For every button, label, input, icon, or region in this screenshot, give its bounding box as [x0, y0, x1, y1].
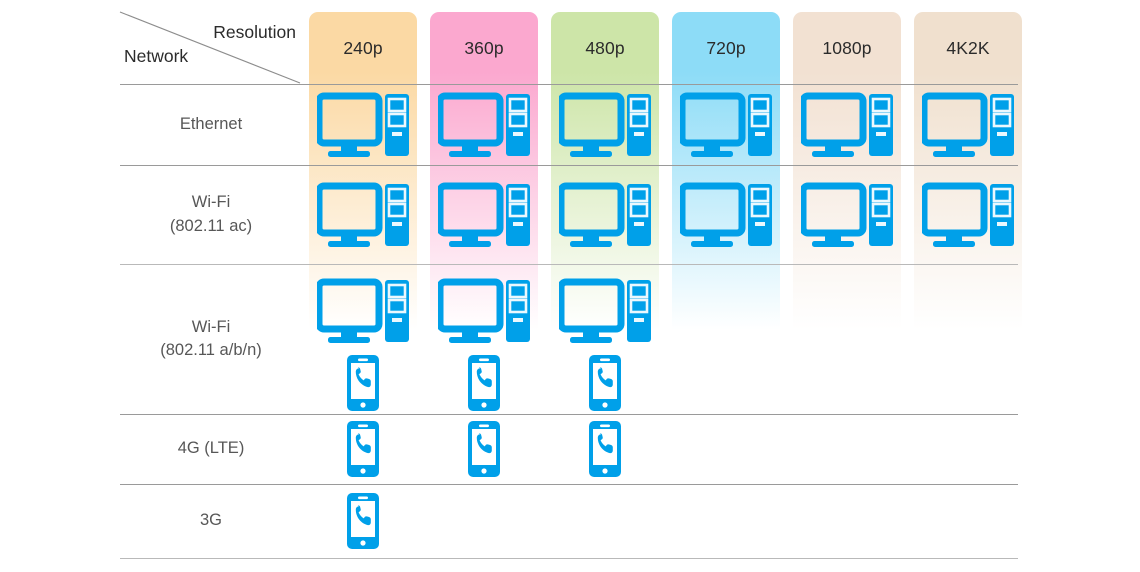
desktop-computer-icon: [559, 278, 651, 343]
column-header-720p: 720p: [672, 12, 780, 84]
row-label-3: 4G (LTE): [120, 414, 302, 484]
cell-wi-fi-4k2k: [914, 182, 1022, 248]
cell-ethernet-1080p: [793, 92, 901, 158]
mobile-phone-icon: [347, 355, 379, 411]
column-header-label: 4K2K: [946, 37, 990, 58]
mobile-phone-icon: [589, 355, 621, 411]
cell-wi-fi-360p: [430, 182, 538, 248]
desktop-computer-icon: [317, 278, 409, 343]
row-label-line: (802.11 a/b/n): [160, 341, 262, 359]
corner-axis-header: Resolution Network: [118, 0, 302, 84]
desktop-icon-group: [559, 92, 651, 158]
row-label-line: 4G (LTE): [177, 439, 245, 458]
desktop-computer-icon: [680, 182, 772, 247]
cell-ethernet-4k2k: [914, 92, 1022, 158]
column-header-label: 240p: [343, 37, 383, 58]
cell-ethernet-720p: [672, 92, 780, 158]
column-header-360p: 360p: [430, 12, 538, 84]
desktop-computer-icon: [801, 92, 893, 157]
cell-4g-lte--480p: [551, 420, 659, 478]
mobile-phone-icon: [468, 421, 500, 477]
desktop-computer-icon: [559, 92, 651, 157]
desktop-icon-group: [801, 182, 893, 248]
column-header-240p: 240p: [309, 12, 417, 84]
desktop-icon-group: [317, 182, 409, 248]
cell-3g-240p: [309, 492, 417, 550]
desktop-icon-group: [559, 278, 651, 344]
cell-wi-fi-480p: [551, 278, 659, 412]
row-label-1: Wi-Fi (802.11 ac): [120, 165, 302, 264]
desktop-computer-icon: [559, 182, 651, 247]
cell-wi-fi-480p: [551, 182, 659, 248]
cell-wi-fi-240p: [309, 278, 417, 412]
column-header-label: 360p: [464, 37, 504, 58]
desktop-icon-group: [438, 92, 530, 158]
column-header-480p: 480p: [551, 12, 659, 84]
row-label-line: Wi-Fi: [191, 193, 231, 212]
column-header-4k2k: 4K2K: [914, 12, 1022, 84]
desktop-computer-icon: [438, 92, 530, 157]
rows-axis-label: Network: [124, 46, 189, 66]
desktop-computer-icon: [922, 92, 1014, 157]
mobile-phone-icon: [347, 421, 379, 477]
desktop-icon-group: [317, 92, 409, 158]
cell-wi-fi-720p: [672, 182, 780, 248]
desktop-computer-icon: [438, 182, 530, 247]
cell-4g-lte--360p: [430, 420, 538, 478]
desktop-computer-icon: [801, 182, 893, 247]
desktop-icon-group: [680, 182, 772, 248]
desktop-computer-icon: [317, 92, 409, 157]
desktop-icon-group: [438, 278, 530, 344]
row-label-0: Ethernet: [120, 84, 302, 165]
desktop-icon-group: [438, 182, 530, 248]
cell-4g-lte--240p: [309, 420, 417, 478]
row-label-2: Wi-Fi (802.11 a/b/n): [120, 264, 302, 414]
desktop-icon-group: [801, 92, 893, 158]
desktop-computer-icon: [438, 278, 530, 343]
row-label-line: 3G: [199, 511, 222, 530]
cell-ethernet-360p: [430, 92, 538, 158]
desktop-computer-icon: [317, 182, 409, 247]
columns-axis-label: Resolution: [213, 22, 296, 42]
row-label-4: 3G: [120, 484, 302, 558]
desktop-icon-group: [680, 92, 772, 158]
column-header-label: 1080p: [822, 37, 872, 58]
cell-wi-fi-240p: [309, 182, 417, 248]
capability-matrix: 240p 360p 480p 720p 1080p 4K2K Resolution Netwo…: [0, 0, 1140, 572]
desktop-icon-group: [922, 92, 1014, 158]
desktop-icon-group: [317, 278, 409, 344]
row-label-line: Ethernet: [179, 114, 243, 133]
mobile-phone-icon: [347, 493, 379, 549]
mobile-phone-icon: [589, 421, 621, 477]
cell-ethernet-480p: [551, 92, 659, 158]
mobile-phone-icon: [468, 355, 500, 411]
desktop-icon-group: [559, 182, 651, 248]
row-label-line: (802.11 ac): [169, 216, 253, 235]
desktop-icon-group: [922, 182, 1014, 248]
column-header-1080p: 1080p: [793, 12, 901, 84]
row-label-line: Wi-Fi: [191, 317, 231, 336]
column-header-label: 720p: [706, 37, 746, 58]
cell-ethernet-240p: [309, 92, 417, 158]
cell-wi-fi-360p: [430, 278, 538, 412]
cell-wi-fi-1080p: [793, 182, 901, 248]
desktop-computer-icon: [922, 182, 1014, 247]
row-divider: [120, 558, 1018, 559]
desktop-computer-icon: [680, 92, 772, 157]
column-header-label: 480p: [585, 37, 625, 58]
